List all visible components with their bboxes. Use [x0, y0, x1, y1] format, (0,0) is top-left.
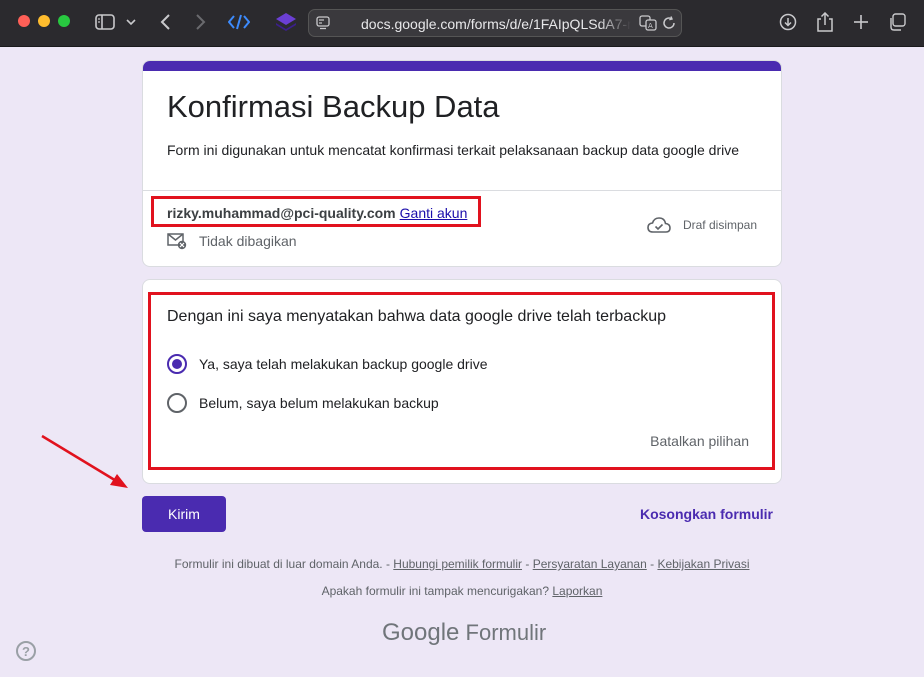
- annotation-highlight-box: [151, 196, 481, 227]
- share-icon[interactable]: [815, 10, 835, 34]
- form-description: Form ini digunakan untuk mencatat konfir…: [167, 142, 739, 158]
- not-shared-line: Tidak dibagikan: [167, 232, 297, 250]
- mail-off-icon: [167, 233, 187, 250]
- separator: -: [522, 557, 533, 571]
- reload-icon[interactable]: [661, 15, 677, 31]
- separator: -: [646, 557, 658, 571]
- tab-overview-icon[interactable]: [887, 10, 907, 34]
- annotation-arrow-icon: [41, 434, 128, 488]
- form-header-card: Konfirmasi Backup Data Form ini digunaka…: [142, 60, 782, 267]
- footer-disclaimer: Formulir ini dibuat di luar domain Anda.…: [0, 557, 924, 571]
- forms-wordmark: Formulir: [465, 620, 547, 645]
- new-tab-icon[interactable]: [851, 10, 871, 34]
- not-shared-label: Tidak dibagikan: [199, 233, 297, 249]
- zoom-window-button[interactable]: [58, 15, 70, 27]
- svg-text:A: A: [648, 22, 653, 30]
- draft-status: Draf disimpan: [647, 216, 757, 234]
- google-wordmark: Google: [382, 619, 460, 646]
- annotation-highlight-box: [148, 292, 775, 470]
- downloads-icon[interactable]: [778, 10, 798, 34]
- close-window-button[interactable]: [18, 15, 30, 27]
- clear-form-button[interactable]: Kosongkan formulir: [640, 506, 773, 522]
- submit-button[interactable]: Kirim: [142, 496, 226, 532]
- browser-toolbar: docs.google.com/forms/d/e/1FAIpQLSdA7-m …: [0, 0, 924, 47]
- back-icon[interactable]: [156, 10, 174, 34]
- terms-link[interactable]: Persyaratan Layanan: [533, 557, 647, 571]
- forward-icon[interactable]: [192, 10, 210, 34]
- sidebar-toggle-icon[interactable]: [94, 10, 116, 34]
- address-bar[interactable]: docs.google.com/forms/d/e/1FAIpQLSdA7-m …: [308, 9, 682, 37]
- draft-saved-label: Draf disimpan: [682, 218, 757, 232]
- page-settings-icon[interactable]: [315, 15, 331, 31]
- footer-text: Formulir ini dibuat di luar domain Anda.…: [174, 557, 394, 571]
- minimize-window-button[interactable]: [38, 15, 50, 27]
- url-text[interactable]: docs.google.com/forms/d/e/1FAIpQLSdA7-m: [361, 16, 631, 32]
- form-title: Konfirmasi Backup Data: [167, 89, 500, 124]
- chevron-down-icon[interactable]: [124, 10, 138, 34]
- report-link[interactable]: Laporkan: [552, 584, 602, 598]
- dev-tools-extension-icon[interactable]: [228, 10, 250, 34]
- google-forms-logo[interactable]: Google Formulir: [382, 619, 546, 647]
- theme-accent-bar: [143, 61, 781, 71]
- divider: [143, 190, 781, 191]
- privacy-link[interactable]: Kebijakan Privasi: [657, 557, 749, 571]
- contact-owner-link[interactable]: Hubungi pemilik formulir: [393, 557, 522, 571]
- translate-icon[interactable]: A: [639, 15, 657, 31]
- help-icon[interactable]: ?: [16, 641, 36, 661]
- cloud-done-icon: [647, 217, 671, 233]
- layers-extension-icon[interactable]: [274, 10, 298, 34]
- footer-text: Apakah formulir ini tampak mencurigakan?: [321, 584, 553, 598]
- footer-report: Apakah formulir ini tampak mencurigakan?…: [0, 584, 924, 598]
